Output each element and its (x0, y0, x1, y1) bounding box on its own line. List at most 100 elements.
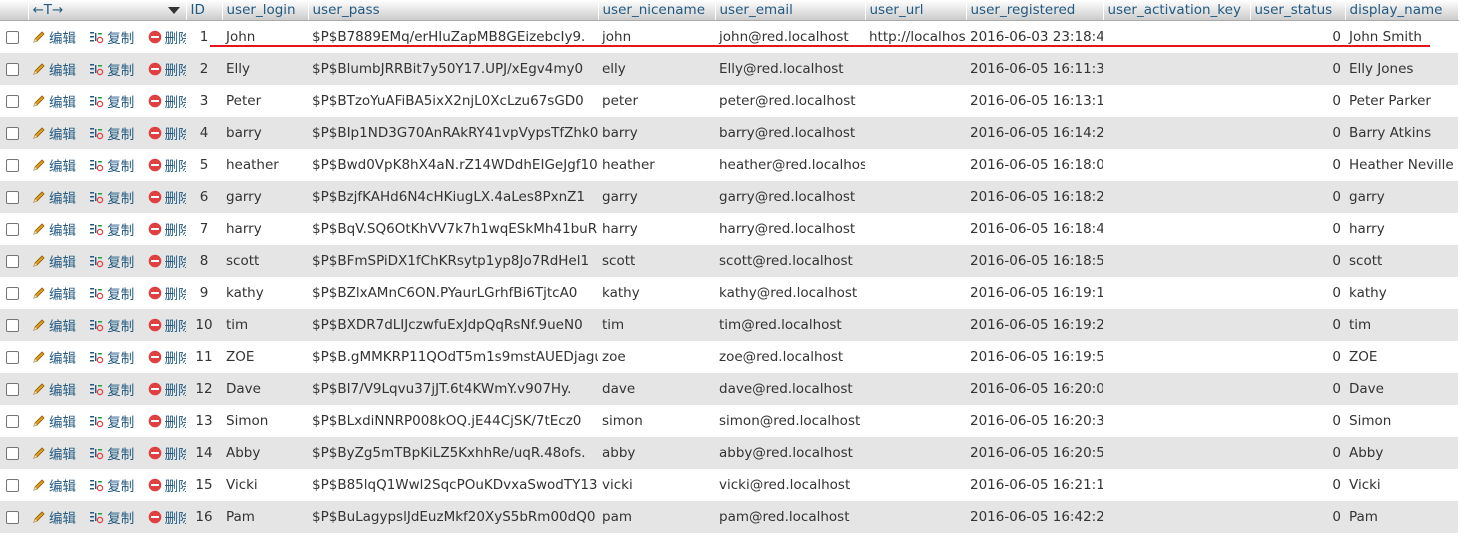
cell-user-url[interactable]: http://localhost (865, 20, 966, 53)
cell-user-nicename[interactable]: tim (598, 309, 715, 341)
delete-button[interactable]: 删除 (148, 443, 186, 463)
row-checkbox[interactable] (6, 318, 19, 332)
cell-id[interactable]: 9 (186, 277, 222, 309)
edit-button[interactable]: 编辑 (32, 411, 76, 431)
copy-button[interactable]: 复制 (89, 27, 134, 47)
copy-button[interactable]: 复制 (89, 251, 134, 271)
cell-user-nicename[interactable]: john (598, 20, 715, 53)
row-checkbox-cell[interactable] (0, 181, 28, 213)
edit-button[interactable]: 编辑 (32, 251, 76, 271)
cell-user-activation-key[interactable] (1103, 245, 1250, 277)
row-checkbox-cell[interactable] (0, 501, 28, 533)
column-header-display-name[interactable]: display_name (1345, 0, 1459, 21)
cell-user-login[interactable]: tim (222, 309, 308, 341)
copy-button[interactable]: 复制 (89, 283, 134, 303)
row-checkbox[interactable] (6, 94, 19, 108)
cell-user-registered[interactable]: 2016-06-05 16:18:41 (966, 213, 1103, 245)
cell-user-url[interactable] (865, 373, 966, 405)
delete-button[interactable]: 删除 (148, 251, 186, 271)
cell-display-name[interactable]: Pam (1345, 501, 1458, 533)
cell-user-activation-key[interactable] (1103, 181, 1250, 213)
cell-user-login[interactable]: garry (222, 181, 308, 213)
table-row[interactable]: 编辑 复制 删除 9 kathy $P$BZlxAMnC6ON.PYaurLGr… (0, 277, 1458, 309)
row-checkbox-cell[interactable] (0, 469, 28, 501)
cell-user-url[interactable] (865, 213, 966, 245)
row-checkbox-cell[interactable] (0, 53, 28, 85)
cell-user-status[interactable]: 0 (1250, 245, 1345, 277)
cell-user-activation-key[interactable] (1103, 213, 1250, 245)
row-checkbox[interactable] (6, 382, 19, 396)
sort-dropdown-icon[interactable] (167, 2, 180, 18)
cell-id[interactable]: 13 (186, 405, 222, 437)
cell-user-activation-key[interactable] (1103, 309, 1250, 341)
cell-user-url[interactable] (865, 309, 966, 341)
cell-user-email[interactable]: barry@red.localhost (715, 117, 865, 149)
cell-user-registered[interactable]: 2016-06-03 23:18:47 (966, 20, 1103, 53)
delete-button[interactable]: 删除 (148, 27, 186, 47)
cell-display-name[interactable]: harry (1345, 213, 1458, 245)
cell-display-name[interactable]: Heather Neville (1345, 149, 1458, 181)
row-checkbox-cell[interactable] (0, 341, 28, 373)
delete-button[interactable]: 删除 (148, 347, 186, 367)
table-row[interactable]: 编辑 复制 删除 13 Simon $P$BLxdiNNRP008kOQ.jE4… (0, 405, 1458, 437)
copy-button[interactable]: 复制 (89, 219, 134, 239)
table-row[interactable]: 编辑 复制 删除 15 Vicki $P$B85lqQ1Wwl2SqcPOuKD… (0, 469, 1458, 501)
delete-button[interactable]: 删除 (148, 187, 186, 207)
cell-user-status[interactable]: 0 (1250, 213, 1345, 245)
cell-user-url[interactable] (865, 53, 966, 85)
table-row[interactable]: 编辑 复制 删除 2 Elly $P$BlumbJRRBit7y50Y17.UP… (0, 53, 1458, 85)
cell-user-email[interactable]: garry@red.localhost (715, 181, 865, 213)
column-sort-toggle[interactable]: ←T→ (33, 2, 64, 18)
cell-user-nicename[interactable]: peter (598, 85, 715, 117)
cell-user-status[interactable]: 0 (1250, 405, 1345, 437)
cell-user-registered[interactable]: 2016-06-05 16:13:16 (966, 85, 1103, 117)
cell-user-email[interactable]: simon@red.localhost (715, 405, 865, 437)
cell-user-status[interactable]: 0 (1250, 117, 1345, 149)
table-row[interactable]: 编辑 复制 删除 11 ZOE $P$B.gMMKRP11QOdT5m1s9ms… (0, 341, 1458, 373)
cell-id[interactable]: 11 (186, 341, 222, 373)
cell-user-status[interactable]: 0 (1250, 181, 1345, 213)
cell-user-pass[interactable]: $P$B.gMMKRP11QOdT5m1s9mstAUEDjagu1 (308, 341, 598, 373)
cell-user-url[interactable] (865, 85, 966, 117)
cell-id[interactable]: 10 (186, 309, 222, 341)
table-row[interactable]: 编辑 复制 删除 6 garry $P$BzjfKAHd6N4cHKiugLX.… (0, 181, 1458, 213)
cell-display-name[interactable]: tim (1345, 309, 1458, 341)
cell-user-email[interactable]: harry@red.localhost (715, 213, 865, 245)
edit-button[interactable]: 编辑 (32, 219, 76, 239)
cell-user-nicename[interactable]: zoe (598, 341, 715, 373)
cell-user-nicename[interactable]: kathy (598, 277, 715, 309)
cell-user-email[interactable]: zoe@red.localhost (715, 341, 865, 373)
cell-user-login[interactable]: Pam (222, 501, 308, 533)
cell-display-name[interactable]: Dave (1345, 373, 1458, 405)
table-row[interactable]: 编辑 复制 删除 5 heather $P$Bwd0VpK8hX4aN.rZ14… (0, 149, 1458, 181)
copy-button[interactable]: 复制 (89, 443, 134, 463)
cell-user-login[interactable]: kathy (222, 277, 308, 309)
cell-user-login[interactable]: Dave (222, 373, 308, 405)
edit-button[interactable]: 编辑 (32, 155, 76, 175)
copy-button[interactable]: 复制 (89, 155, 134, 175)
cell-user-login[interactable]: Vicki (222, 469, 308, 501)
cell-user-url[interactable] (865, 117, 966, 149)
cell-user-email[interactable]: pam@red.localhost (715, 501, 865, 533)
cell-user-registered[interactable]: 2016-06-05 16:19:14 (966, 277, 1103, 309)
cell-user-registered[interactable]: 2016-06-05 16:20:35 (966, 405, 1103, 437)
cell-user-email[interactable]: kathy@red.localhost (715, 277, 865, 309)
table-row[interactable]: 编辑 复制 删除 3 Peter $P$BTzoYuAFiBA5ixX2njL0… (0, 85, 1458, 117)
cell-user-pass[interactable]: $P$BIp1ND3G70AnRAkRY41vpVypsTfZhk0 (308, 117, 598, 149)
row-checkbox-cell[interactable] (0, 405, 28, 437)
cell-user-nicename[interactable]: simon (598, 405, 715, 437)
cell-user-pass[interactable]: $P$BI7/V9Lqvu37jJT.6t4KWmY.v907Hy. (308, 373, 598, 405)
copy-button[interactable]: 复制 (89, 475, 134, 495)
row-checkbox[interactable] (6, 126, 19, 140)
cell-user-nicename[interactable]: vicki (598, 469, 715, 501)
delete-button[interactable]: 删除 (148, 507, 186, 527)
cell-id[interactable]: 12 (186, 373, 222, 405)
copy-button[interactable]: 复制 (89, 315, 134, 335)
column-header-user-activation-key[interactable]: user_activation_key (1103, 0, 1251, 21)
cell-display-name[interactable]: kathy (1345, 277, 1458, 309)
row-checkbox[interactable] (6, 190, 19, 204)
cell-user-pass[interactable]: $P$BFmSPiDX1fChKRsytp1yp8Jo7RdHel1 (308, 245, 598, 277)
cell-user-url[interactable] (865, 469, 966, 501)
cell-user-registered[interactable]: 2016-06-05 16:20:09 (966, 373, 1103, 405)
delete-button[interactable]: 删除 (148, 123, 186, 143)
